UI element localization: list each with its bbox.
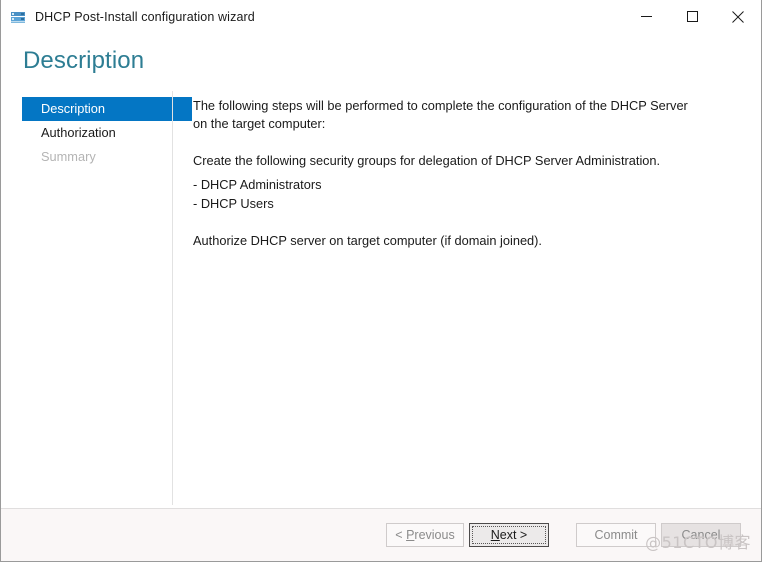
wizard-step-nav: Description Authorization Summary bbox=[1, 96, 192, 508]
wizard-body: Description Authorization Summary The fo… bbox=[1, 76, 761, 508]
previous-button[interactable]: < Previous bbox=[386, 523, 464, 547]
sidebar-item-summary: Summary bbox=[23, 145, 172, 169]
commit-button-label: Commit bbox=[594, 528, 638, 542]
cancel-button[interactable]: Cancel bbox=[661, 523, 741, 547]
sidebar-item-authorization[interactable]: Authorization bbox=[23, 121, 172, 145]
sidebar-item-label: Authorization bbox=[41, 124, 116, 140]
page-title: Description bbox=[23, 47, 145, 74]
authorize-paragraph: Authorize DHCP server on target computer… bbox=[193, 232, 542, 248]
title-bar: DHCP Post-Install configuration wizard bbox=[1, 0, 761, 33]
security-groups-list: - DHCP Administrators - DHCP Users bbox=[193, 176, 731, 213]
maximize-icon bbox=[686, 11, 698, 22]
sidebar-item-label: Summary bbox=[41, 148, 96, 164]
window-title: DHCP Post-Install configuration wizard bbox=[35, 9, 255, 24]
cancel-button-label: Cancel bbox=[681, 528, 721, 542]
dhcp-server-icon bbox=[11, 11, 25, 23]
dhcp-post-install-wizard-window: DHCP Post-Install configuration wizard D… bbox=[0, 0, 762, 562]
next-button-label: Next > bbox=[490, 528, 528, 542]
list-item: - DHCP Administrators bbox=[193, 177, 322, 193]
list-item: - DHCP Users bbox=[193, 195, 274, 211]
content-panel: The following steps will be performed to… bbox=[173, 97, 761, 508]
close-icon bbox=[732, 10, 744, 23]
commit-button: Commit bbox=[576, 523, 656, 547]
wizard-footer: < Previous Next > Commit Cancel @51CTO博客 bbox=[1, 508, 761, 561]
previous-button-label: < Previous bbox=[395, 528, 455, 542]
close-button[interactable] bbox=[715, 1, 761, 33]
sidebar-item-description[interactable]: Description bbox=[22, 96, 192, 121]
minimize-button[interactable] bbox=[623, 1, 669, 33]
maximize-button[interactable] bbox=[669, 1, 715, 33]
next-button[interactable]: Next > bbox=[469, 523, 549, 547]
sidebar-item-label: Description bbox=[41, 100, 106, 116]
security-groups-heading: Create the following security groups for… bbox=[193, 152, 661, 168]
minimize-icon bbox=[640, 16, 652, 17]
intro-paragraph: The following steps will be performed to… bbox=[193, 97, 688, 132]
